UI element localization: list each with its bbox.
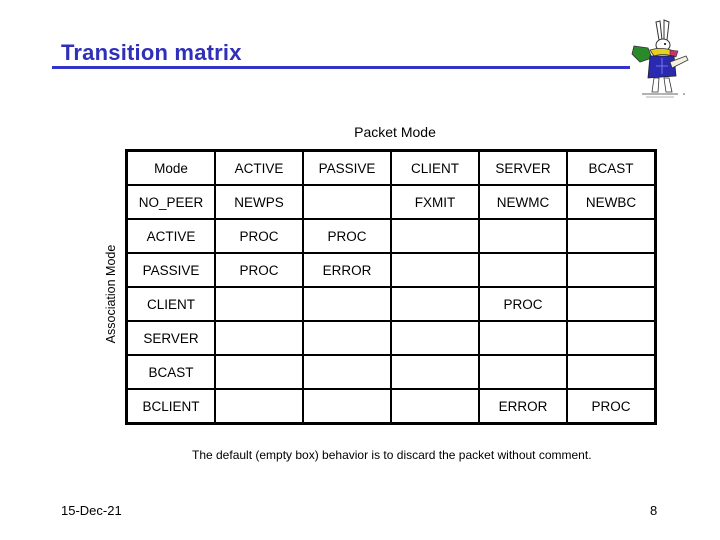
matrix-cell: PROC xyxy=(214,218,304,254)
matrix-cell xyxy=(302,184,392,220)
matrix-cell: ERROR xyxy=(478,388,568,425)
table-row: BCAST xyxy=(125,354,657,390)
header-cell-server: SERVER xyxy=(478,149,568,186)
transition-matrix-table: Mode ACTIVE PASSIVE CLIENT SERVER BCAST … xyxy=(125,149,657,425)
matrix-cell xyxy=(214,286,304,322)
matrix-cell xyxy=(566,252,657,288)
matrix-cell xyxy=(214,354,304,390)
header-cell-active: ACTIVE xyxy=(214,149,304,186)
matrix-cell xyxy=(478,252,568,288)
matrix-cell xyxy=(566,354,657,390)
matrix-cell: PROC xyxy=(478,286,568,322)
matrix-cell xyxy=(390,354,480,390)
matrix-cell xyxy=(566,218,657,254)
matrix-cell xyxy=(390,218,480,254)
footnote: The default (empty box) behavior is to d… xyxy=(192,448,592,462)
table-row: PASSIVE PROC ERROR xyxy=(125,252,657,288)
matrix-cell: NEWPS xyxy=(214,184,304,220)
matrix-cell: NEWBC xyxy=(566,184,657,220)
matrix-cell xyxy=(478,218,568,254)
header-cell-mode: Mode xyxy=(125,149,216,186)
matrix-cell xyxy=(566,320,657,356)
header-row: Mode ACTIVE PASSIVE CLIENT SERVER BCAST xyxy=(125,149,657,186)
matrix-cell xyxy=(566,286,657,322)
matrix-cell xyxy=(478,354,568,390)
matrix-cell: NEWMC xyxy=(478,184,568,220)
matrix-cell xyxy=(390,388,480,425)
table-row: BCLIENT ERROR PROC xyxy=(125,388,657,425)
matrix-cell xyxy=(302,286,392,322)
row-label: PASSIVE xyxy=(125,252,216,288)
header-cell-passive: PASSIVE xyxy=(302,149,392,186)
association-mode-axis-label: Association Mode xyxy=(104,244,118,344)
matrix-cell xyxy=(214,320,304,356)
row-label: SERVER xyxy=(125,320,216,356)
header-cell-client: CLIENT xyxy=(390,149,480,186)
table-row: CLIENT PROC xyxy=(125,286,657,322)
row-label: ACTIVE xyxy=(125,218,216,254)
matrix-cell: PROC xyxy=(214,252,304,288)
white-rabbit-logo-icon xyxy=(631,19,689,98)
matrix-cell: PROC xyxy=(566,388,657,425)
table-row: SERVER xyxy=(125,320,657,356)
matrix-cell xyxy=(478,320,568,356)
matrix-cell: ERROR xyxy=(302,252,392,288)
matrix-cell xyxy=(390,286,480,322)
matrix-cell xyxy=(214,388,304,425)
row-label: CLIENT xyxy=(125,286,216,322)
row-label: NO_PEER xyxy=(125,184,216,220)
matrix-cell xyxy=(302,354,392,390)
row-label: BCAST xyxy=(125,354,216,390)
title-underline xyxy=(52,66,630,69)
slide-title: Transition matrix xyxy=(61,40,242,65)
header-cell-bcast: BCAST xyxy=(566,149,657,186)
table-row: NO_PEER NEWPS FXMIT NEWMC NEWBC xyxy=(125,184,657,220)
packet-mode-axis-label: Packet Mode xyxy=(354,124,436,140)
matrix-cell xyxy=(302,320,392,356)
matrix-cell: FXMIT xyxy=(390,184,480,220)
matrix-cell: PROC xyxy=(302,218,392,254)
table-row: ACTIVE PROC PROC xyxy=(125,218,657,254)
footer-date: 15-Dec-21 xyxy=(61,503,122,518)
matrix-cell xyxy=(390,252,480,288)
row-label: BCLIENT xyxy=(125,388,216,425)
matrix-cell xyxy=(390,320,480,356)
page-number: 8 xyxy=(650,503,658,518)
matrix-cell xyxy=(302,388,392,425)
